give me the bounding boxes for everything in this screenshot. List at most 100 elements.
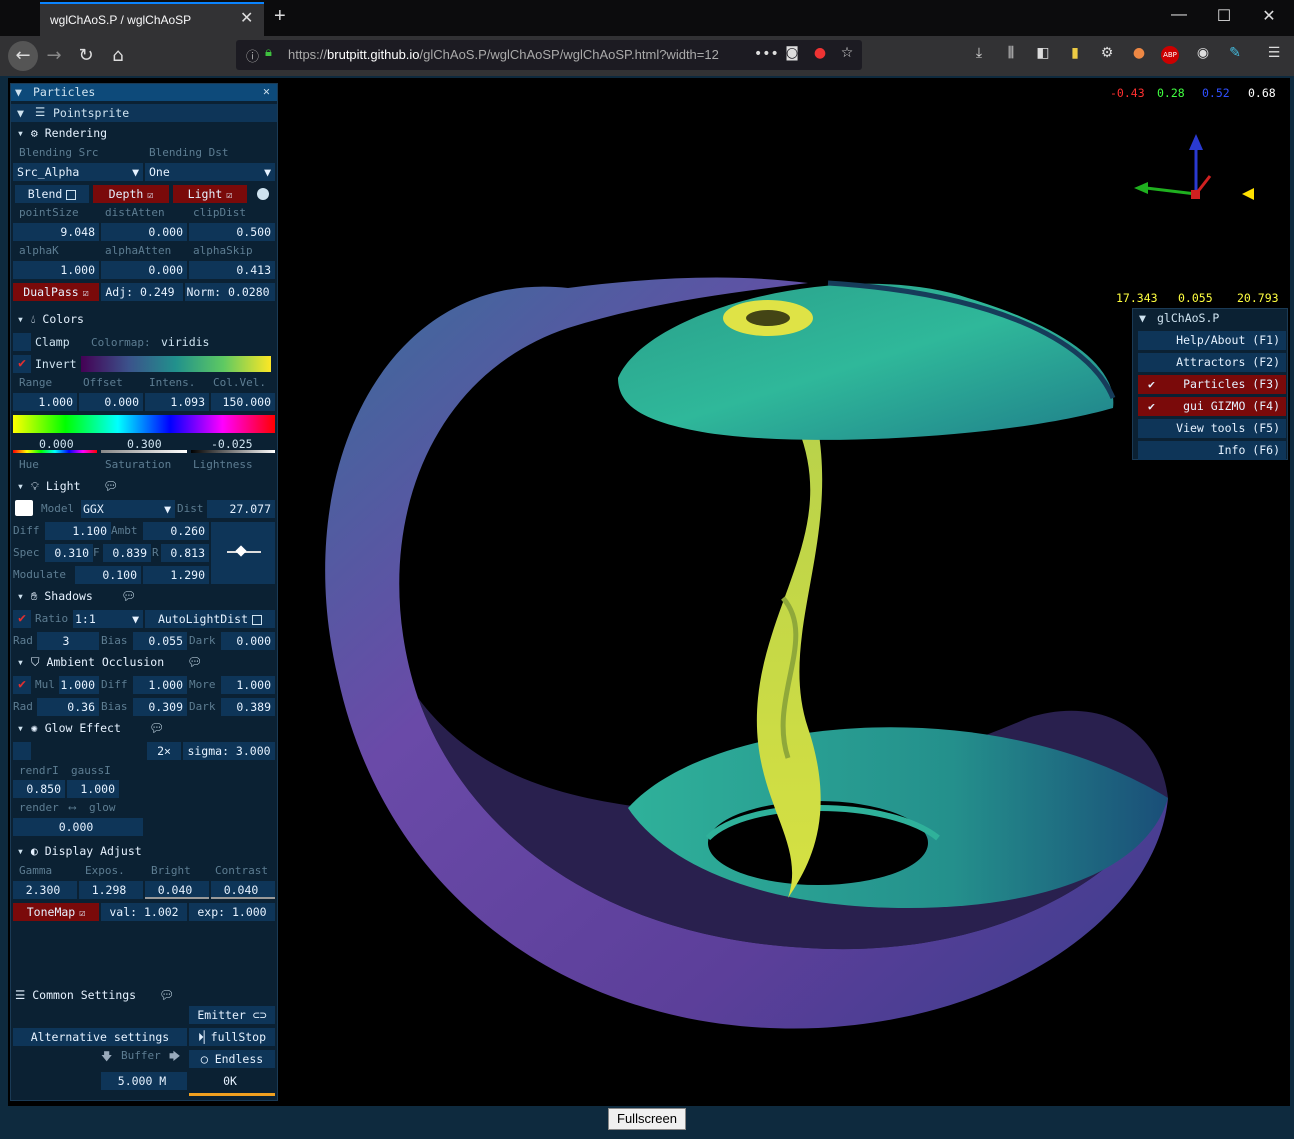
menu-attractors[interactable]: Attractors (F2) [1138, 353, 1286, 372]
light-diff-field[interactable]: 1.100 [45, 522, 111, 540]
light-section[interactable]: ▾ 💡︎ Light [17, 479, 81, 494]
bright-field[interactable]: 0.040 [145, 881, 209, 899]
adj-field[interactable]: Adj: 0.249 [101, 283, 183, 301]
intens-field[interactable]: 1.093 [145, 393, 209, 411]
expos-field[interactable]: 1.298 [79, 881, 143, 899]
blend-src-select[interactable]: Src_Alpha ▼ [13, 163, 143, 181]
ao-enable-checkbox[interactable]: ✔ [13, 676, 31, 694]
shadows-section[interactable]: ▾ ✋︎ Shadows [17, 589, 93, 604]
ao-diff-field[interactable]: 1.000 [133, 676, 187, 694]
light-indicator-icon[interactable] [257, 188, 269, 200]
colvel-field[interactable]: 150.000 [211, 393, 275, 411]
light-r-field[interactable]: 0.813 [161, 544, 209, 562]
shadows-enable-checkbox[interactable]: ✔ [13, 610, 31, 628]
blend-dst-select[interactable]: One ▼ [145, 163, 275, 181]
minimize-icon[interactable]: — [1156, 6, 1202, 24]
colors-section[interactable]: ▾ 💧︎ Colors [17, 312, 84, 327]
alphaskip-field[interactable]: 0.413 [189, 261, 275, 279]
pocket-icon[interactable]: ◙ [782, 45, 802, 65]
tooltip-icon[interactable]: 💬︎ [159, 988, 174, 1002]
light-toggle[interactable]: Light ☑ [173, 185, 247, 203]
extension-icon[interactable]: ● [810, 45, 830, 65]
glow-enable-checkbox[interactable] [13, 742, 31, 760]
back-icon[interactable]: ← [8, 41, 38, 71]
blend-toggle[interactable]: Blend [15, 185, 89, 203]
tooltip-icon[interactable]: 💬︎ [121, 589, 136, 603]
ao-bias-field[interactable]: 0.309 [133, 698, 187, 716]
tonemap-exp-field[interactable]: exp: 1.000 [189, 903, 275, 921]
gaussi-field[interactable]: 1.000 [67, 780, 119, 798]
ao-mul-field[interactable]: 1.000 [59, 676, 99, 694]
forward-icon[interactable]: → [42, 44, 66, 68]
tooltip-icon[interactable]: 💬︎ [187, 655, 202, 669]
pointsize-field[interactable]: 9.048 [13, 223, 99, 241]
range-field[interactable]: 1.000 [13, 393, 77, 411]
light-spec-field[interactable]: 0.310 [45, 544, 93, 562]
gui-collapse-icon[interactable]: ▼ [1139, 311, 1146, 325]
light-dist-field[interactable]: 27.077 [207, 500, 275, 518]
close-panel-icon[interactable]: ✕ [263, 84, 270, 98]
common-settings-header[interactable]: ☰ Common Settings [15, 988, 136, 1002]
ao-more-field[interactable]: 1.000 [221, 676, 275, 694]
hue-value[interactable]: 0.000 [39, 437, 74, 451]
settings-gear-icon[interactable]: ⚙ [1097, 45, 1117, 65]
shadow-rad-field[interactable]: 3 [37, 632, 99, 650]
modulate-field-2[interactable]: 1.290 [143, 566, 209, 584]
fullscreen-button[interactable]: Fullscreen [608, 1108, 686, 1130]
clipdist-field[interactable]: 0.500 [189, 223, 275, 241]
shadow-dark-field[interactable]: 0.000 [221, 632, 275, 650]
invert-checkbox[interactable]: ✔ [13, 355, 31, 373]
tonemap-toggle[interactable]: ToneMap ☑ [13, 903, 99, 921]
hue-gradient-bar[interactable] [13, 415, 275, 433]
sidebar-icon[interactable]: ◧ [1033, 45, 1053, 65]
browser-tab[interactable]: wglChAoS.P / wglChAoSP [40, 2, 264, 36]
menu-help-about[interactable]: Help/About (F1) [1138, 331, 1286, 350]
menu-view-tools[interactable]: View tools (F5) [1138, 419, 1286, 438]
saturation-value[interactable]: 0.300 [127, 437, 162, 451]
ao-section[interactable]: ▾ ⛉ Ambient Occlusion [17, 655, 164, 670]
norm-field[interactable]: Norm: 0.0280 [185, 283, 275, 301]
extension-icon-4[interactable]: ✎ [1225, 45, 1245, 65]
modulate-field-1[interactable]: 0.100 [75, 566, 141, 584]
window-close-icon[interactable]: ✕ [1246, 6, 1292, 26]
lightness-value[interactable]: -0.025 [211, 437, 253, 451]
light-ambt-field[interactable]: 0.260 [143, 522, 209, 540]
ratio-select[interactable]: 1:1 ▼ [73, 610, 143, 628]
emitter-toggle[interactable]: Emitter ⊂⊃ [189, 1006, 275, 1024]
menu-particles[interactable]: ✔ Particles (F3) [1138, 375, 1286, 394]
rendering-section[interactable]: ▾ ⚙ Rendering [17, 126, 107, 140]
adblock-icon[interactable]: ABP [1161, 46, 1179, 64]
extension-icon-2[interactable]: ▮ [1065, 45, 1085, 65]
maximize-icon[interactable]: ☐ [1201, 6, 1247, 26]
clamp-checkbox[interactable] [13, 333, 31, 351]
alternative-settings-button[interactable]: Alternative settings [13, 1028, 187, 1046]
light-direction-widget[interactable] [211, 522, 275, 584]
extension-icon-3[interactable]: ● [1129, 45, 1149, 65]
bookmark-star-icon[interactable]: ☆ [837, 45, 857, 65]
new-tab-icon[interactable]: + [274, 5, 286, 28]
tooltip-icon[interactable]: 💬︎ [103, 479, 118, 493]
gamma-field[interactable]: 2.300 [13, 881, 77, 899]
tooltip-icon[interactable]: 💬︎ [149, 721, 164, 735]
menu-gui-gizmo[interactable]: ✔ gui GIZMO (F4) [1138, 397, 1286, 416]
glow-section[interactable]: ▾ ✺ Glow Effect [17, 721, 121, 735]
collapse-icon[interactable]: ▼ [15, 85, 22, 99]
dualpass-toggle[interactable]: DualPass ☑ [13, 283, 99, 301]
pointsprite-header[interactable]: ▼ ☰ Pointsprite [11, 104, 277, 122]
autolightdist-toggle[interactable]: AutoLightDist [145, 610, 275, 628]
account-icon[interactable]: ◉ [1193, 45, 1213, 65]
light-color-swatch[interactable] [15, 500, 33, 516]
colormap-value[interactable]: viridis [161, 335, 209, 349]
light-f-field[interactable]: 0.839 [103, 544, 151, 562]
tonemap-val-field[interactable]: val: 1.002 [101, 903, 187, 921]
render-glow-mix-slider[interactable]: 0.000 [13, 818, 143, 836]
rendri-field[interactable]: 0.850 [13, 780, 65, 798]
lightness-slider[interactable] [191, 450, 275, 453]
panel-title-bar[interactable]: ▼ Particles ✕ [11, 84, 277, 101]
display-adjust-section[interactable]: ▾ ◐ Display Adjust [17, 844, 142, 858]
contrast-field[interactable]: 0.040 [211, 881, 275, 899]
alphaatten-field[interactable]: 0.000 [101, 261, 187, 279]
offset-field[interactable]: 0.000 [79, 393, 143, 411]
ao-rad-field[interactable]: 0.36 [37, 698, 99, 716]
shadow-bias-field[interactable]: 0.055 [133, 632, 187, 650]
